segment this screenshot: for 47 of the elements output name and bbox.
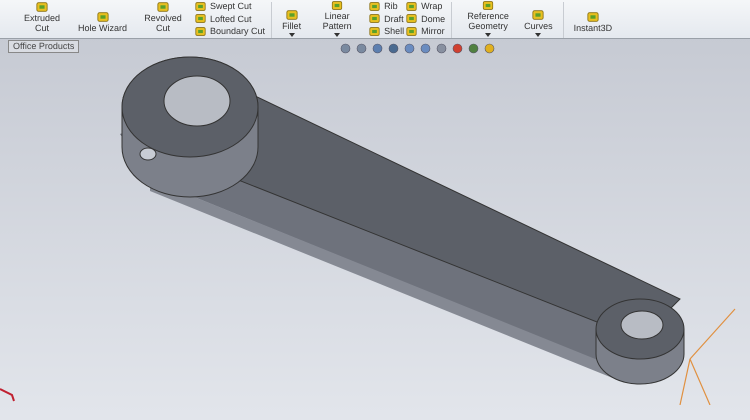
view-tool-icon[interactable] [356,43,367,54]
feature-button[interactable]: Reference Geometry [458,0,518,38]
view-tool-icon[interactable] [452,43,463,54]
view-tool-icon[interactable] [404,43,415,54]
view-tool-icon[interactable] [420,43,431,54]
view-tool-icon[interactable] [436,43,447,54]
feature-button[interactable]: Rib [369,0,404,12]
feature-button[interactable]: Instant3D [570,0,616,38]
feature-icon [195,26,206,36]
feature-icon [369,0,380,12]
tab[interactable]: Office Products [8,40,80,52]
feature-icon [286,9,298,21]
feature-button[interactable]: Wrap [406,0,446,12]
feature-icon [195,0,206,12]
feature-icon [586,11,599,23]
feature-button[interactable]: Draft [369,12,404,24]
feature-button[interactable]: Shell [369,25,404,37]
feature-button[interactable]: Fillet [278,0,306,38]
view-tool-icon[interactable] [388,43,399,54]
feature-button[interactable]: Swept Cut [195,0,266,12]
feature-button[interactable]: Extruded Cut [12,0,72,38]
feature-icon [157,1,170,13]
feature-icon [406,0,418,12]
view-tool-icon[interactable] [468,43,479,54]
view-tool-icon[interactable] [484,43,495,54]
feature-icon [482,0,494,11]
feature-icon [331,0,344,11]
triad-icon [679,308,736,405]
feature-button[interactable]: Boundary Cut [195,25,266,37]
view-tool-icon[interactable] [340,43,351,54]
view-tool-icon[interactable] [372,43,383,54]
feature-button[interactable]: Lofted Cut [195,12,266,24]
feature-icon [369,26,380,36]
feature-button[interactable]: Dome [406,12,446,24]
feature-icon [195,13,206,24]
feature-icon [369,13,380,24]
feature-button[interactable]: Mirror [406,25,446,37]
feature-icon [532,9,544,21]
feature-button[interactable]: Curves [520,0,557,38]
feature-icon [36,1,48,13]
feature-button[interactable]: Revolved Cut [133,0,194,38]
feature-icon [406,13,418,24]
feature-button[interactable]: Hole Wizard [74,0,132,38]
feature-icon [96,11,108,23]
feature-button[interactable]: Linear Pattern [307,0,368,38]
axis-triad-icon [0,388,15,402]
feature-icon [406,26,418,36]
